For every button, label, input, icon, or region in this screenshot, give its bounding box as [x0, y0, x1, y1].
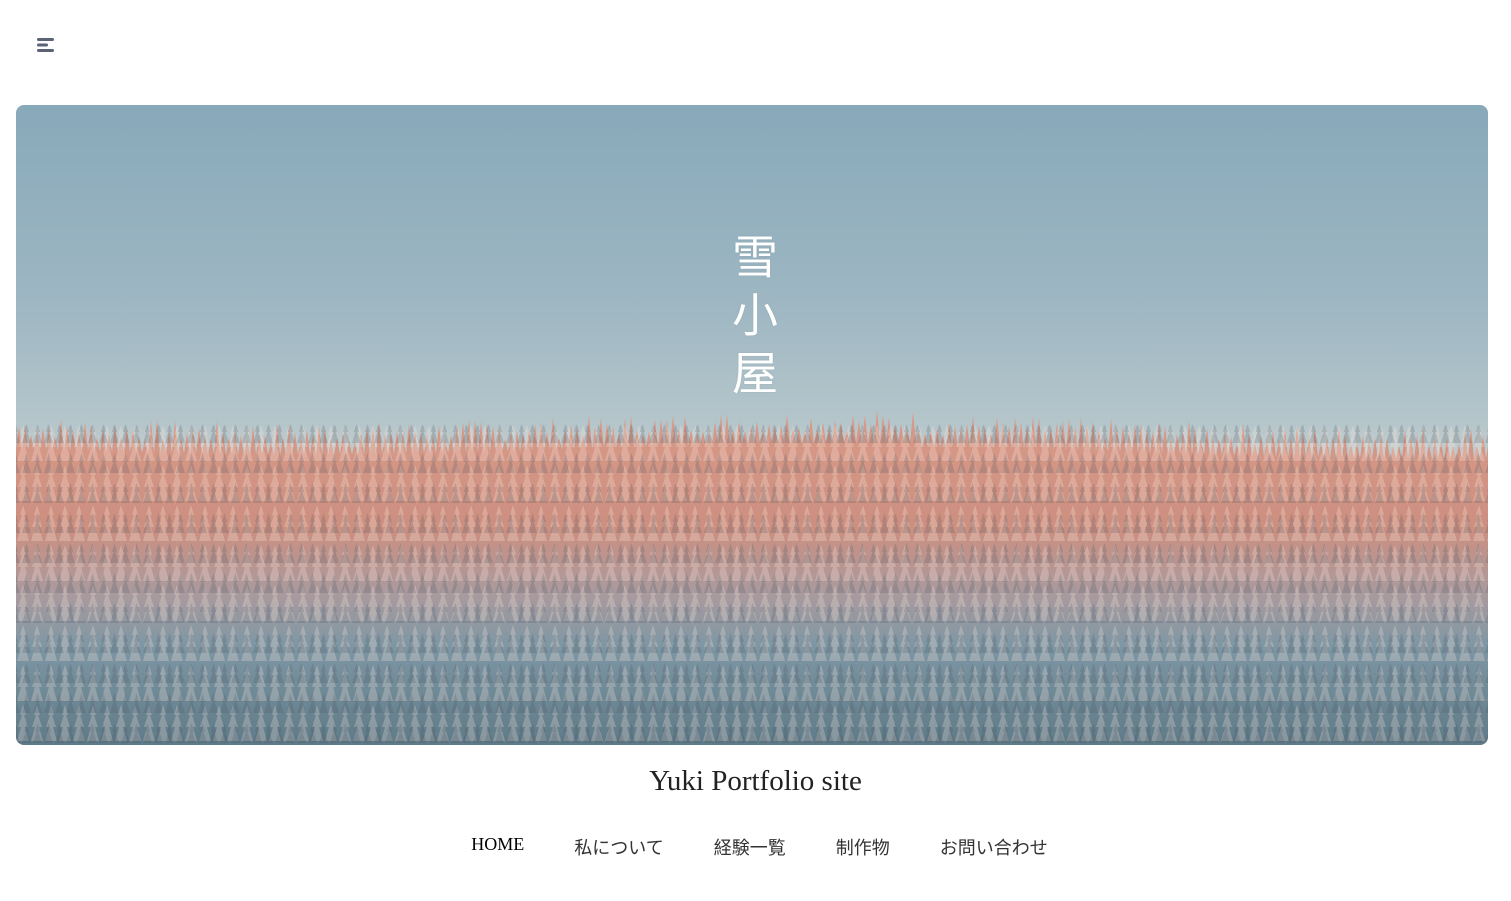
- menu-button[interactable]: [30, 30, 62, 60]
- nav-item-experience[interactable]: 経験一覧: [714, 834, 786, 860]
- nav-item-about[interactable]: 私について: [574, 834, 663, 860]
- nav-item-contact[interactable]: お問い合わせ: [940, 834, 1048, 860]
- forest-image: [16, 410, 1488, 745]
- site-name: Yuki Portfolio site: [649, 765, 862, 797]
- hero-banner: 雪小屋: [16, 105, 1488, 745]
- hero-title: 雪小屋: [725, 233, 779, 407]
- main-nav: HOME 私について 経験一覧 制作物 お問い合わせ: [0, 834, 1511, 860]
- nav-item-works[interactable]: 制作物: [836, 834, 890, 860]
- menu-icon: [37, 38, 54, 52]
- nav-item-home[interactable]: HOME: [471, 834, 524, 860]
